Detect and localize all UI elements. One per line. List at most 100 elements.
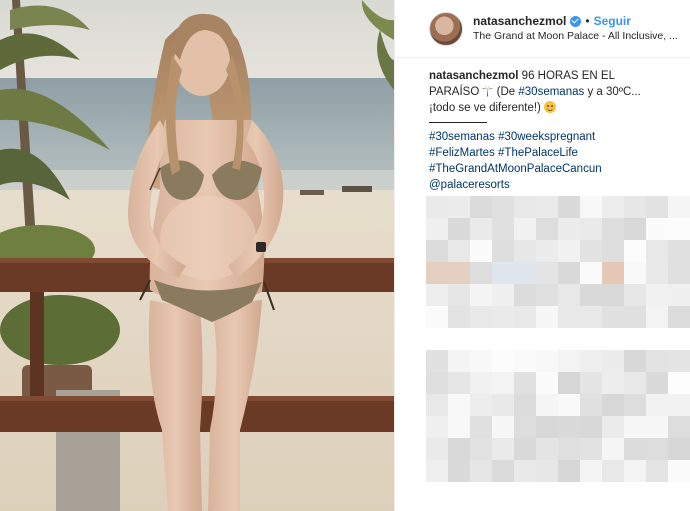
mosaic-cell: [448, 394, 470, 416]
mosaic-cell: [426, 284, 448, 306]
separator-dot: •: [585, 13, 590, 28]
mosaic-cell: [514, 262, 536, 284]
avatar[interactable]: [429, 11, 463, 46]
header-row: natasanchezmol • Seguir: [473, 14, 690, 29]
mosaic-cell: [580, 218, 602, 240]
mosaic-cell: [448, 240, 470, 262]
mosaic-cell: [602, 482, 624, 504]
mosaic-cell: [448, 416, 470, 438]
mosaic-cell: [580, 416, 602, 438]
mosaic-cell: [514, 394, 536, 416]
mosaic-cell: [426, 328, 448, 350]
mosaic-cell: [426, 306, 448, 328]
mosaic-cell: [536, 284, 558, 306]
mosaic-cell: [426, 350, 448, 372]
mosaic-cell: [426, 196, 448, 218]
mosaic-cell: [492, 306, 514, 328]
mosaic-cell: [426, 460, 448, 482]
mosaic-cell: [580, 372, 602, 394]
hashtag-list: #30semanas #30weekspregnant #FelizMartes…: [429, 129, 659, 193]
follow-button[interactable]: Seguir: [594, 14, 631, 29]
mosaic-cell: [470, 416, 492, 438]
mosaic-cell: [602, 416, 624, 438]
mosaic-cell: [646, 460, 668, 482]
mosaic-cell: [514, 438, 536, 460]
mention-link[interactable]: @palaceresorts: [429, 179, 510, 191]
mosaic-cell: [492, 372, 514, 394]
mosaic-cell: [668, 372, 690, 394]
mosaic-cell: [448, 328, 470, 350]
mosaic-cell: [558, 240, 580, 262]
mosaic-cell: [492, 438, 514, 460]
post-caption: natasanchezmol 96 HORAS EN EL PARAÍSO (D…: [429, 68, 659, 193]
mosaic-cell: [536, 438, 558, 460]
mosaic-cell: [668, 218, 690, 240]
caption-hashtag-link[interactable]: #30semanas: [518, 86, 584, 98]
username-link[interactable]: natasanchezmol: [473, 14, 566, 29]
hashtag-line: @palaceresorts: [429, 177, 659, 193]
mosaic-cell: [602, 460, 624, 482]
mosaic-cell: [646, 262, 668, 284]
location-link[interactable]: The Grand at Moon Palace - All Inclusive…: [473, 29, 690, 44]
mosaic-cell: [580, 460, 602, 482]
mosaic-cell: [514, 482, 536, 504]
post-photo[interactable]: [0, 0, 394, 511]
mosaic-cell: [536, 240, 558, 262]
mosaic-cell: [536, 306, 558, 328]
mosaic-cell: [470, 196, 492, 218]
mosaic-cell: [448, 482, 470, 504]
mosaic-cell: [558, 218, 580, 240]
mosaic-cell: [624, 306, 646, 328]
photo-scene: [0, 0, 394, 511]
mosaic-cell: [580, 284, 602, 306]
caption-text-2: (De: [493, 86, 519, 98]
mosaic-cell: [558, 328, 580, 350]
mosaic-cell: [492, 394, 514, 416]
mosaic-cell: [470, 306, 492, 328]
mosaic-cell: [668, 394, 690, 416]
mosaic-cell: [514, 328, 536, 350]
hashtag-link[interactable]: #30semanas: [429, 131, 495, 143]
hashtag-link[interactable]: #TheGrandAtMoonPalaceCancun: [429, 163, 602, 175]
pixelated-comments: [426, 196, 690, 511]
mosaic-cell: [624, 482, 646, 504]
hashtag-link[interactable]: #ThePalaceLife: [498, 147, 578, 159]
hashtag-line: #30semanas #30weekspregnant: [429, 129, 659, 145]
mosaic-cell: [646, 350, 668, 372]
hashtag-link[interactable]: #30weekspregnant: [498, 131, 595, 143]
mosaic-cell: [668, 196, 690, 218]
mosaic-cell: [668, 306, 690, 328]
mosaic-cell: [668, 482, 690, 504]
mosaic-cell: [668, 284, 690, 306]
mosaic-cell: [646, 196, 668, 218]
mosaic-cell: [580, 240, 602, 262]
mosaic-cell: [536, 482, 558, 504]
mosaic-cell: [558, 262, 580, 284]
mosaic-cell: [426, 438, 448, 460]
mosaic-cell: [624, 240, 646, 262]
mosaic-cell: [470, 284, 492, 306]
caption-username-link[interactable]: natasanchezmol: [429, 70, 518, 82]
mosaic-cell: [602, 218, 624, 240]
mosaic-cell: [426, 262, 448, 284]
mosaic-cell: [448, 196, 470, 218]
mosaic-cell: [646, 240, 668, 262]
mosaic-cell: [602, 372, 624, 394]
mosaic-cell: [558, 416, 580, 438]
mosaic-cell: [646, 394, 668, 416]
mosaic-cell: [426, 240, 448, 262]
mosaic-cell: [426, 482, 448, 504]
mosaic-cell: [558, 284, 580, 306]
mosaic-cell: [602, 240, 624, 262]
mosaic-cell: [514, 218, 536, 240]
mosaic-cell: [580, 350, 602, 372]
hashtag-link[interactable]: #FelizMartes: [429, 147, 495, 159]
mosaic-cell: [668, 240, 690, 262]
mosaic-cell: [646, 284, 668, 306]
mosaic-cell: [668, 438, 690, 460]
mosaic-cell: [514, 306, 536, 328]
mosaic-cell: [624, 196, 646, 218]
mosaic-cell: [426, 416, 448, 438]
mosaic-cell: [492, 328, 514, 350]
mosaic-cell: [602, 438, 624, 460]
